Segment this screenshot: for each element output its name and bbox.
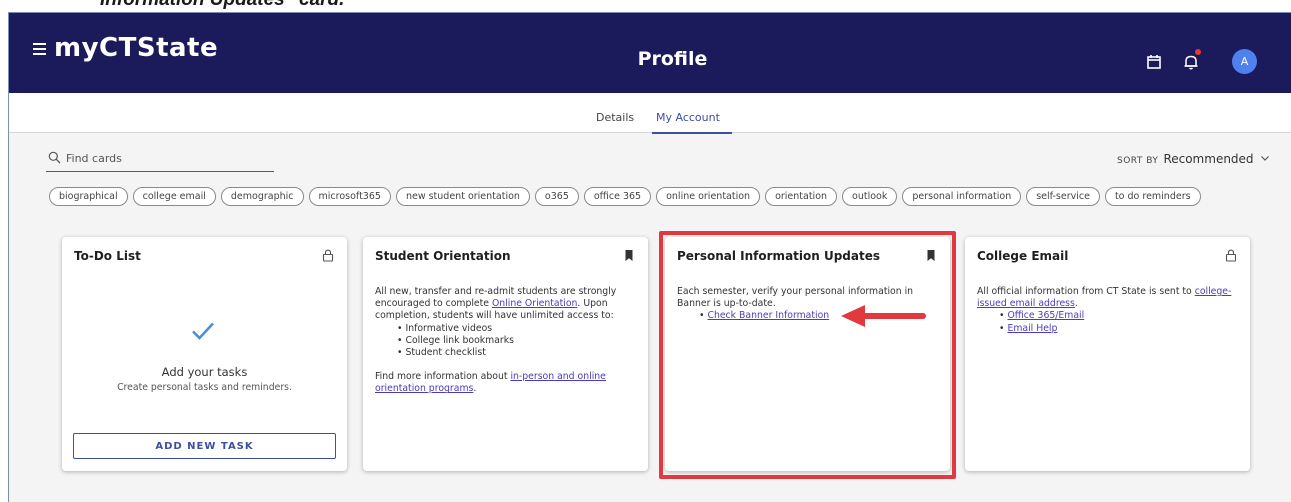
tag-self-service[interactable]: self-service [1026,187,1100,206]
todo-empty-title: Add your tasks [161,365,248,379]
tag-office-365[interactable]: office 365 [583,187,652,206]
bookmark-icon[interactable] [623,249,635,262]
tag-orientation[interactable]: orientation [765,187,838,206]
email-card-title: College Email [977,249,1069,263]
orientation-intro: All new, transfer and re-admit students … [375,286,634,323]
calendar-icon[interactable] [1145,53,1163,71]
tag-new-student-orientation[interactable]: new student orientation [395,187,530,206]
student-orientation-card: Student Orientation All new, transfer an… [363,237,648,471]
add-new-task-button[interactable]: ADD NEW TASK [73,433,336,459]
browser-viewport: myCTState Profile A Details My Account S… [8,12,1291,502]
check-banner-information-link[interactable]: Check Banner Information [707,310,829,321]
bookmark-icon[interactable] [925,249,937,262]
notification-dot [1195,49,1201,55]
tag-personal-information[interactable]: personal information [902,187,1022,206]
find-cards-search [46,150,274,172]
lock-icon [1225,249,1237,262]
search-input[interactable] [66,150,266,166]
tag-to-do-reminders[interactable]: to do reminders [1104,187,1201,206]
orientation-more-info: Find more information about in-person an… [375,371,634,395]
tag-filters: biographical college email demographic micr… [49,187,1206,207]
list-item: College link bookmarks [397,335,634,347]
page-title: Profile [637,48,708,70]
sort-value: Recommended [1163,152,1254,166]
email-links-list: Office 365/Email Email Help [977,310,1236,334]
email-card-text-before: All official information from CT State i… [977,286,1195,297]
tag-online-orientation[interactable]: online orientation [656,187,761,206]
todo-empty-subtitle: Create personal tasks and reminders. [117,382,292,393]
list-item: Informative videos [397,323,634,335]
chevron-down-icon [1261,156,1270,161]
tag-o365[interactable]: o365 [534,187,579,206]
sort-control[interactable]: SORT BY Recommended [1117,152,1270,166]
orientation-card-body: All new, transfer and re-admit students … [375,286,634,396]
list-item: Email Help [999,323,1236,335]
orientation-more-after: . [473,383,477,395]
tab-my-account[interactable]: My Account [656,111,720,124]
app-header: myCTState Profile A [9,13,1291,93]
checkmark-icon [192,322,214,340]
page-title-wrap: Profile [9,50,1291,69]
email-card-text-after: . [1074,298,1078,310]
office-365-email-link[interactable]: Office 365/Email [1007,310,1084,321]
sort-label: SORT BY [1117,156,1159,166]
todo-card: To-Do List Add your tasks Create persona… [62,237,347,471]
tag-biographical[interactable]: biographical [49,187,128,206]
instruction-caption: Information Updates" card. [0,0,1291,12]
list-item: Student checklist [397,347,634,359]
orientation-benefits-list: Informative videos College link bookmark… [375,323,634,360]
tag-demographic[interactable]: demographic [220,187,304,206]
personal-information-updates-card: Personal Information Updates Each semest… [665,237,950,471]
active-tab-indicator [652,132,732,134]
college-email-card: College Email All official information f… [965,237,1250,471]
email-help-link[interactable]: Email Help [1007,323,1057,334]
bell-icon[interactable] [1182,53,1200,71]
personal-card-title: Personal Information Updates [677,249,881,263]
tag-college-email[interactable]: college email [132,187,216,206]
arrow-left-icon [841,305,926,327]
orientation-more-text: Find more information about [375,371,511,383]
list-item: Office 365/Email [999,310,1236,322]
avatar[interactable]: A [1232,49,1257,74]
orientation-card-title: Student Orientation [375,249,511,263]
online-orientation-link[interactable]: Online Orientation [492,298,577,309]
email-card-body: All official information from CT State i… [977,286,1236,335]
instruction-caption-text: Information Updates" card. [100,0,344,11]
tab-details[interactable]: Details [596,111,634,124]
email-card-text: All official information from CT State i… [977,286,1236,310]
profile-tabs: Details My Account [9,93,1291,134]
search-icon [48,151,61,164]
tag-outlook[interactable]: outlook [842,187,898,206]
todo-card-title: To-Do List [74,249,141,263]
lock-icon [322,249,334,262]
tag-microsoft365[interactable]: microsoft365 [308,187,391,206]
